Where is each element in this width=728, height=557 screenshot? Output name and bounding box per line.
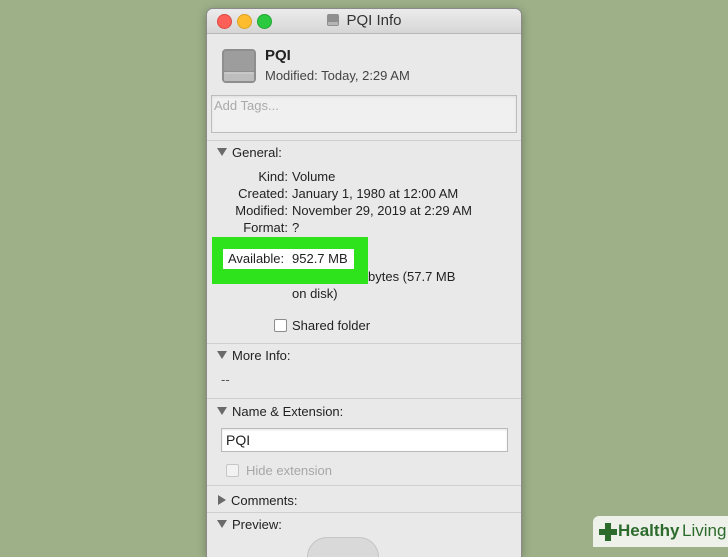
available-callout: Available: 952.7 MB: [223, 249, 354, 269]
more-info-value: --: [221, 372, 230, 387]
header-modified-value: Today, 2:29 AM: [321, 68, 410, 83]
drive-icon: [327, 14, 340, 26]
divider: [207, 512, 521, 513]
watermark: Healthy Living: [593, 516, 728, 547]
preview-image: [307, 537, 379, 557]
disclosure-down-icon[interactable]: [217, 351, 227, 359]
available-label: Available:: [228, 251, 285, 266]
disclosure-down-icon[interactable]: [217, 407, 227, 415]
info-row-format: Format: ?: [207, 220, 521, 237]
header-modified: Modified: Today, 2:29 AM: [265, 68, 410, 83]
tags-placeholder: Add Tags...: [214, 98, 279, 113]
name-field-value: PQI: [226, 432, 251, 448]
shared-folder-checkbox[interactable]: [274, 319, 287, 332]
info-value: Volume: [292, 169, 336, 184]
comments-title: Comments:: [231, 493, 298, 508]
info-key: Created:: [238, 186, 288, 201]
available-value: 952.7 MB: [292, 251, 348, 266]
name-extension-section-header[interactable]: Name & Extension:: [217, 404, 343, 419]
comments-section-header[interactable]: Comments:: [217, 493, 297, 508]
drive-icon: [222, 49, 256, 83]
name-field[interactable]: PQI: [221, 428, 508, 452]
name-extension-title: Name & Extension:: [232, 404, 344, 419]
general-title: General:: [232, 145, 282, 160]
divider: [207, 485, 521, 486]
divider: [207, 398, 521, 399]
window-title: PQI Info: [207, 12, 521, 29]
info-row-modified: Modified: November 29, 2019 at 2:29 AM: [207, 203, 521, 220]
info-window: PQI Info PQI Modified: Today, 2:29 AM Ad…: [207, 9, 521, 557]
disclosure-down-icon[interactable]: [217, 520, 227, 528]
info-key: Format:: [243, 220, 288, 235]
disclosure-right-icon[interactable]: [218, 495, 226, 505]
disclosure-down-icon[interactable]: [217, 148, 227, 156]
more-info-title: More Info:: [232, 348, 291, 363]
info-key: Modified:: [235, 203, 288, 218]
hide-extension-checkbox[interactable]: [226, 464, 239, 477]
window-title-text: PQI Info: [346, 12, 402, 29]
hide-extension-label[interactable]: Hide extension: [246, 463, 332, 478]
general-section-header[interactable]: General:: [217, 145, 282, 160]
info-row-kind: Kind: Volume: [207, 169, 521, 186]
plus-cross-icon: [599, 523, 617, 541]
preview-title: Preview:: [232, 517, 282, 532]
header-modified-label: Modified:: [265, 68, 318, 83]
watermark-brand-light: Living: [682, 521, 727, 540]
size-text: bytes (57.7 MB: [368, 269, 456, 284]
divider: [207, 343, 521, 344]
info-value: ?: [292, 220, 300, 235]
info-value: January 1, 1980 at 12:00 AM: [292, 186, 459, 201]
title-bar[interactable]: PQI Info: [207, 9, 521, 34]
info-row-created: Created: January 1, 1980 at 12:00 AM: [207, 186, 521, 203]
divider: [207, 140, 521, 141]
info-key: Kind:: [258, 169, 288, 184]
shared-folder-label[interactable]: Shared folder: [292, 318, 370, 333]
watermark-brand-bold: Healthy: [618, 521, 680, 540]
tags-field[interactable]: Add Tags...: [211, 95, 517, 133]
size-text-continued: on disk): [292, 286, 338, 301]
info-value: November 29, 2019 at 2:29 AM: [292, 203, 472, 218]
more-info-section-header[interactable]: More Info:: [217, 348, 291, 363]
volume-name: PQI: [265, 47, 291, 64]
preview-section-header[interactable]: Preview:: [217, 517, 282, 532]
